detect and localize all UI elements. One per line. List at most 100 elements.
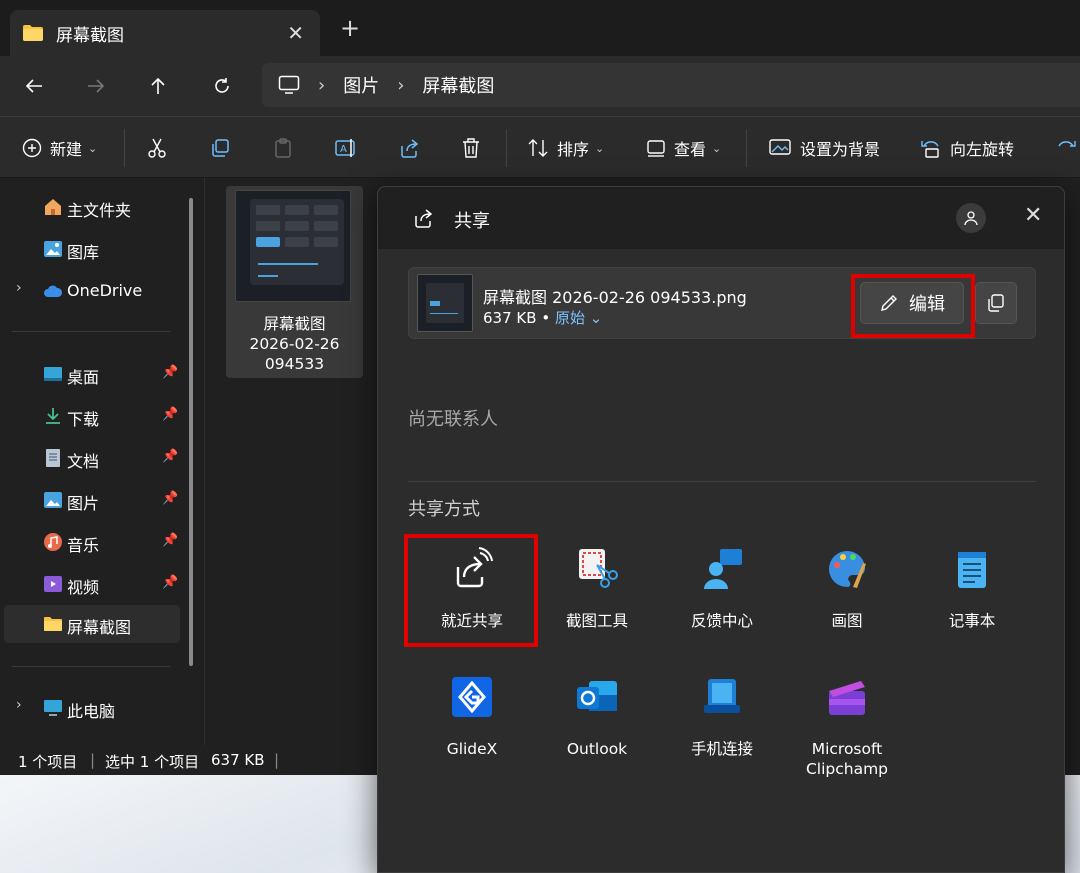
bullet: • — [541, 309, 551, 327]
pin-icon[interactable]: 📌 — [162, 575, 178, 590]
copy-button[interactable] — [209, 117, 231, 179]
file-name-line: 2026-02-26 — [249, 335, 340, 353]
new-tab-button[interactable]: + — [340, 14, 360, 42]
scrollbar[interactable] — [189, 198, 193, 666]
outlook-icon — [577, 681, 617, 711]
chevron-right-icon[interactable]: › — [16, 697, 22, 713]
phone-link-icon — [704, 679, 740, 713]
chevron-down-icon: ⌄ — [712, 141, 722, 155]
sidebar-item-onedrive[interactable]: › OneDrive — [0, 272, 185, 310]
app-label: 记事本 — [948, 612, 996, 630]
quality-dropdown[interactable]: 原始 — [555, 309, 585, 327]
app-phone-link[interactable]: 手机连接 — [660, 675, 780, 795]
pin-icon[interactable]: 📌 — [162, 533, 178, 548]
clipchamp-icon — [829, 681, 865, 715]
monitor-icon — [278, 75, 300, 94]
address-bar-row: › 图片 › 屏幕截图 — [0, 56, 1080, 116]
tab-screenshots[interactable]: 屏幕截图 ✕ — [10, 10, 320, 56]
delete-button[interactable] — [460, 117, 482, 179]
close-icon[interactable]: ✕ — [1024, 203, 1042, 228]
share-header: 共享 ✕ — [378, 187, 1064, 249]
folder-icon — [23, 25, 43, 41]
app-nearby-share[interactable]: 就近共享 — [410, 547, 530, 667]
sort-icon — [528, 139, 548, 157]
back-button[interactable] — [16, 68, 52, 104]
app-label: GlideX — [446, 740, 498, 758]
sort-button[interactable]: 排序 ⌄ — [527, 117, 604, 179]
cut-button[interactable] — [146, 117, 168, 179]
download-icon — [46, 408, 60, 424]
chevron-down-icon[interactable]: ⌄ — [585, 309, 603, 327]
app-snipping-tool[interactable]: 截图工具 — [535, 547, 655, 667]
address-bar[interactable]: › 图片 › 屏幕截图 — [262, 63, 1080, 107]
sidebar-item-pictures[interactable]: 图片 📌 — [0, 481, 185, 519]
app-label: 画图 — [831, 612, 863, 630]
sidebar-item-downloads[interactable]: 下载 📌 — [0, 397, 185, 435]
share-icon — [401, 139, 419, 158]
share-icon — [415, 209, 433, 228]
chevron-right-icon[interactable]: › — [16, 280, 22, 296]
copy-icon — [212, 139, 229, 157]
arrow-right-icon — [88, 79, 105, 93]
new-label: 新建 — [50, 140, 83, 159]
up-button[interactable] — [140, 68, 176, 104]
share-button[interactable] — [398, 117, 420, 179]
app-feedback-hub[interactable]: 反馈中心 — [660, 547, 780, 667]
arrow-left-icon — [25, 79, 42, 93]
file-name: 屏幕截图 2026-02-26 094533 — [226, 314, 363, 374]
app-label: Microsoft Clipchamp — [785, 739, 909, 779]
app-label: 手机连接 — [690, 740, 753, 758]
sidebar-item-this-pc[interactable]: › 此电脑 — [0, 689, 185, 727]
nearby-share-icon — [456, 547, 493, 588]
pin-icon[interactable]: 📌 — [162, 407, 178, 422]
copy-file-button[interactable] — [975, 282, 1017, 324]
rotate-right-button[interactable] — [1055, 117, 1077, 179]
close-tab-icon[interactable]: ✕ — [287, 21, 304, 45]
pin-icon[interactable]: 📌 — [162, 365, 178, 380]
file-thumbnail — [417, 274, 473, 332]
file-item-selected[interactable]: 屏幕截图 2026-02-26 094533 — [226, 186, 363, 378]
sidebar-item-label: 主文件夹 — [67, 201, 132, 220]
trash-icon — [463, 138, 479, 158]
sidebar-item-videos[interactable]: 视频 📌 — [0, 565, 185, 603]
breadcrumb-pictures[interactable]: 图片 — [343, 72, 379, 98]
new-button[interactable]: 新建 ⌄ — [22, 117, 97, 179]
paint-palette-icon — [829, 551, 866, 588]
sidebar-item-documents[interactable]: 文档 📌 — [0, 439, 185, 477]
chevron-down-icon: ⌄ — [88, 141, 98, 155]
rotate-left-label: 向左旋转 — [950, 140, 1015, 159]
gallery-icon — [44, 241, 62, 257]
rename-button[interactable]: A — [334, 117, 358, 179]
rotate-left-button[interactable]: 向左旋转 — [920, 117, 1014, 179]
file-name-line: 屏幕截图 — [263, 315, 326, 333]
app-clipchamp[interactable]: Microsoft Clipchamp — [785, 675, 905, 795]
sidebar-item-desktop[interactable]: 桌面 📌 — [0, 355, 185, 393]
view-button[interactable]: 查看 ⌄ — [646, 117, 721, 179]
paste-button[interactable] — [272, 117, 294, 179]
forward-button[interactable] — [78, 68, 114, 104]
app-glidex[interactable]: GlideX — [410, 675, 530, 795]
sidebar-item-home[interactable]: 主文件夹 — [0, 188, 185, 226]
sidebar-item-gallery[interactable]: 图库 — [0, 230, 185, 268]
sidebar-item-music[interactable]: 音乐 📌 — [0, 523, 185, 561]
rotate-right-icon — [1058, 141, 1076, 147]
view-icon — [647, 140, 665, 157]
app-notepad[interactable]: 记事本 — [910, 547, 1030, 667]
no-contacts-text: 尚无联系人 — [408, 409, 498, 430]
refresh-button[interactable] — [204, 68, 240, 104]
account-button[interactable] — [956, 203, 986, 233]
app-paint[interactable]: 画图 — [785, 547, 905, 667]
pin-icon[interactable]: 📌 — [162, 491, 178, 506]
edit-button[interactable]: 编辑 — [860, 282, 964, 324]
sidebar-item-screenshots[interactable]: 屏幕截图 — [4, 605, 180, 643]
divider — [408, 481, 1036, 482]
set-as-background-button[interactable]: 设置为背景 — [768, 117, 880, 179]
document-icon — [46, 449, 60, 467]
pencil-icon — [881, 295, 897, 311]
selected-size: 637 KB — [211, 751, 265, 769]
pin-icon[interactable]: 📌 — [162, 449, 178, 464]
selected-count: 选中 1 个项目 — [105, 753, 200, 771]
command-bar: 新建 ⌄ A 排序 ⌄ 查看 ⌄ 设置为背景 向左旋转 — [0, 116, 1080, 178]
app-outlook[interactable]: Outlook — [535, 675, 655, 795]
breadcrumb-screenshots[interactable]: 屏幕截图 — [422, 72, 494, 98]
